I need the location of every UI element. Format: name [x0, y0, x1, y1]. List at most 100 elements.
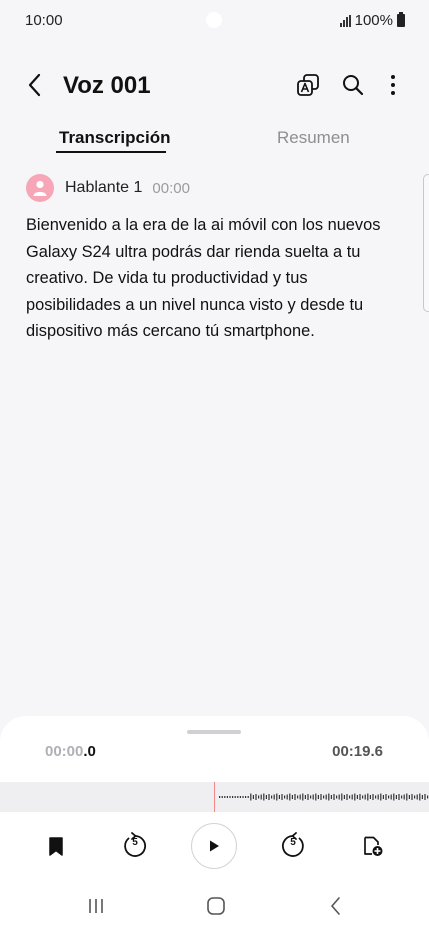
waveform-bar [375, 795, 377, 799]
back-icon [331, 897, 340, 915]
waveform-bar [276, 793, 278, 801]
avatar[interactable] [26, 174, 54, 202]
waveform-bar [281, 794, 283, 800]
translate-icon [297, 74, 319, 96]
waveform-bar [411, 794, 413, 800]
waveform-bar [304, 795, 306, 799]
waveform-bar [336, 795, 338, 799]
recents-icon [89, 899, 103, 913]
tab-bar: Transcripción Resumen [0, 124, 429, 156]
waveform-bar [372, 794, 374, 800]
waveform-bar [315, 793, 317, 801]
waveform-bar [239, 796, 241, 798]
waveform-bar [224, 796, 226, 798]
waveform-bar [299, 794, 301, 800]
tab-resumen[interactable]: Resumen [277, 128, 350, 148]
waveform-bar [367, 793, 369, 801]
waveform-bar [263, 793, 265, 801]
waveform-bar [424, 794, 426, 800]
camera-cutout [206, 12, 222, 28]
waveform-bar [317, 795, 319, 799]
back-button[interactable] [24, 72, 48, 98]
waveform-bar [226, 796, 228, 798]
waveform[interactable] [0, 782, 429, 812]
waveform-bar [234, 796, 236, 798]
waveform-bar [291, 795, 293, 799]
waveform-bar [229, 796, 231, 798]
more-vertical-icon [391, 75, 395, 95]
home-icon [207, 897, 225, 915]
waveform-bar [271, 795, 273, 799]
player-panel: 00:00.0 00:19.6 5 5 [0, 716, 429, 930]
more-options-button[interactable] [379, 71, 407, 99]
waveform-bar [354, 793, 356, 801]
waveform-bar [364, 794, 366, 800]
waveform-bar [302, 793, 304, 801]
speaker-name[interactable]: Hablante 1 [65, 179, 142, 197]
waveform-bar [268, 794, 270, 800]
waveform-bar [414, 795, 416, 799]
waveform-bar [252, 795, 254, 799]
waveform-bar [297, 795, 299, 799]
nav-back-button[interactable] [316, 891, 356, 921]
waveform-bars [219, 793, 429, 801]
waveform-bar [380, 793, 382, 801]
waveform-bar [242, 796, 244, 798]
current-time: 00:00.0 [45, 743, 96, 760]
play-icon [210, 840, 219, 852]
waveform-bar [419, 793, 421, 801]
waveform-bar [351, 794, 353, 800]
waveform-bar [390, 794, 392, 800]
waveform-bar [289, 793, 291, 801]
waveform-bar [346, 794, 348, 800]
transcript-text[interactable]: Bienvenido a la era de la ai móvil con l… [26, 212, 396, 345]
waveform-bar [310, 795, 312, 799]
search-button[interactable] [339, 71, 367, 99]
waveform-bar [320, 794, 322, 800]
waveform-bar [312, 794, 314, 800]
note-add-icon [364, 836, 383, 856]
waveform-bar [338, 794, 340, 800]
playback-controls: 5 5 [0, 820, 429, 880]
playhead[interactable] [214, 782, 215, 812]
waveform-bar [247, 796, 249, 798]
current-time-main: 00:00 [45, 743, 84, 760]
waveform-bar [250, 793, 252, 801]
scrollbar-handle[interactable] [423, 174, 429, 312]
waveform-bar [385, 794, 387, 800]
forward-5-button[interactable]: 5 [270, 823, 316, 869]
rewind-seconds: 5 [132, 837, 138, 848]
status-time: 10:00 [25, 12, 63, 29]
waveform-bar [388, 795, 390, 799]
page-title: Voz 001 [63, 72, 151, 99]
chevron-left-icon [28, 73, 41, 97]
waveform-bar [333, 794, 335, 800]
current-time-fraction: .0 [83, 743, 96, 760]
waveform-bar [286, 794, 288, 800]
waveform-bar [245, 796, 247, 798]
waveform-bar [325, 794, 327, 800]
waveform-bar [330, 795, 332, 799]
tab-transcripcion[interactable]: Transcripción [59, 128, 170, 148]
waveform-bar [284, 795, 286, 799]
waveform-bar [356, 795, 358, 799]
translate-button[interactable] [294, 71, 322, 99]
home-button[interactable] [196, 891, 236, 921]
bookmark-icon [49, 837, 63, 856]
waveform-bar [382, 795, 384, 799]
add-note-button[interactable] [350, 823, 396, 869]
waveform-bar [398, 794, 400, 800]
status-bar: 10:00 100% [0, 0, 429, 40]
bookmark-button[interactable] [33, 823, 79, 869]
speaker-timestamp[interactable]: 00:00 [152, 180, 190, 197]
waveform-bar [265, 795, 267, 799]
rewind-5-button[interactable]: 5 [112, 823, 158, 869]
recent-apps-button[interactable] [76, 891, 116, 921]
waveform-bar [255, 794, 257, 800]
play-button[interactable] [191, 823, 237, 869]
drag-handle[interactable] [187, 730, 241, 734]
status-right: 100% [339, 12, 405, 29]
person-icon [33, 180, 47, 196]
waveform-bar [427, 795, 429, 799]
waveform-bar [232, 796, 234, 798]
